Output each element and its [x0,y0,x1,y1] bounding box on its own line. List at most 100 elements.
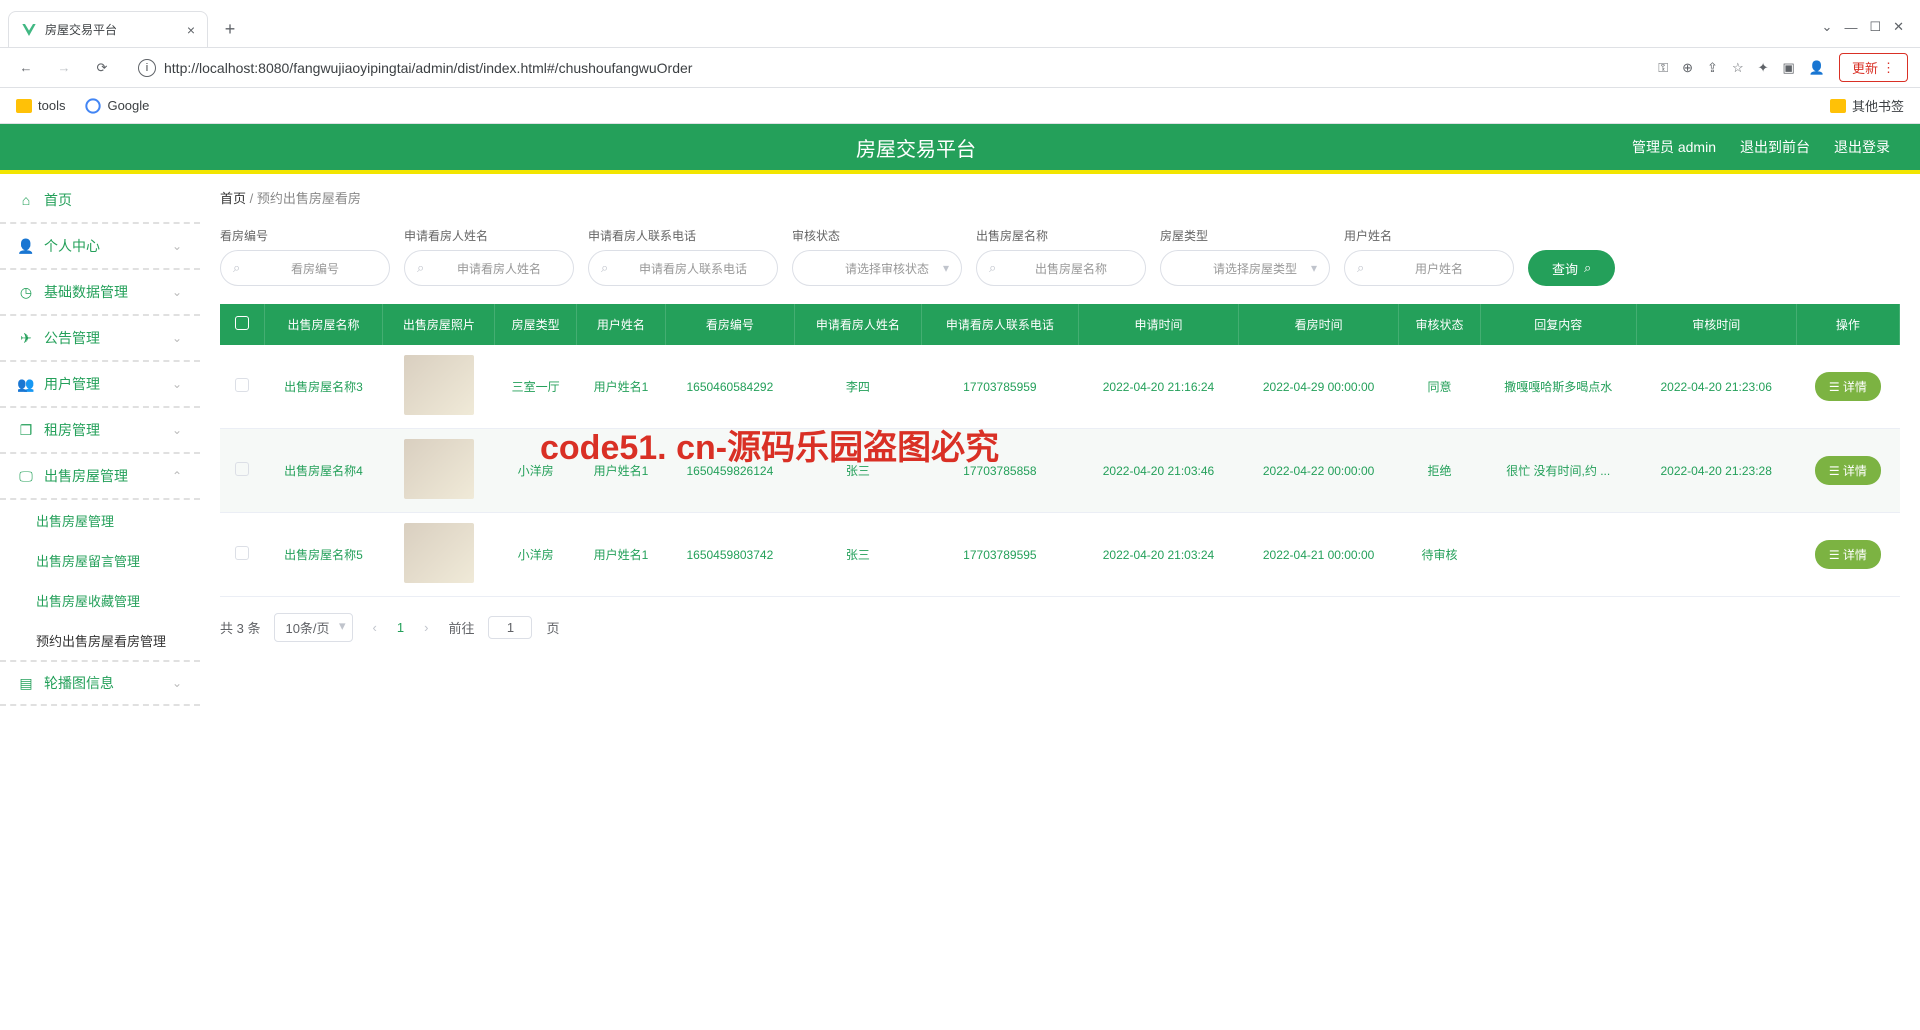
cell-code: 1650460584292 [665,345,794,429]
cell-apply-time: 2022-04-20 21:03:46 [1078,429,1238,513]
filter-label-name: 申请看房人姓名 [404,227,574,244]
filter-input-code[interactable]: ⌕看房编号 [220,250,390,286]
bookmark-tools[interactable]: tools [16,98,65,113]
goto-input[interactable]: 1 [488,616,532,639]
cell-user: 用户姓名1 [577,429,666,513]
chevron-down-icon: ⌄ [172,331,182,345]
back-button[interactable]: ← [12,54,40,82]
profile-icon[interactable]: 👤 [1809,60,1825,76]
window-minimize-icon[interactable]: — [1844,20,1857,35]
row-checkbox[interactable] [235,546,249,560]
next-page-button[interactable]: › [418,620,434,635]
header-user[interactable]: 管理员 admin [1632,137,1716,157]
filter-label-status: 审核状态 [792,227,962,244]
query-button[interactable]: 查询⌕ [1528,250,1615,286]
sidebar-sub-sale-collect[interactable]: 出售房屋收藏管理 [0,580,200,620]
sidebar-item-home[interactable]: ⌂首页 [0,178,200,224]
cell-applicant: 张三 [794,513,921,597]
filter-input-user[interactable]: ⌕用户姓名 [1344,250,1514,286]
detail-button[interactable]: ☰ 详情 [1815,540,1881,569]
browser-tab[interactable]: 房屋交易平台 × [8,11,208,47]
url-text: http://localhost:8080/fangwujiaoyipingta… [164,60,692,76]
chevron-down-icon: ⌄ [172,285,182,299]
data-table: 出售房屋名称出售房屋照片房屋类型用户姓名看房编号申请看房人姓名申请看房人联系电话… [220,304,1900,597]
cell-status: 拒绝 [1399,429,1481,513]
row-checkbox[interactable] [235,378,249,392]
prev-page-button[interactable]: ‹ [367,620,383,635]
image-icon: ▤ [18,675,34,691]
goto-prefix: 前往 [448,618,474,637]
filter-input-name[interactable]: ⌕申请看房人姓名 [404,250,574,286]
filter-input-house[interactable]: ⌕出售房屋名称 [976,250,1146,286]
page-number[interactable]: 1 [397,620,404,635]
window-maximize-icon[interactable]: ☐ [1869,19,1881,35]
sidebar-item-basic[interactable]: ◷基础数据管理⌄ [0,270,200,316]
reload-button[interactable]: ⟳ [88,54,116,82]
sidebar-sub-sale-order[interactable]: 预约出售房屋看房管理 [0,620,200,660]
page-size-select[interactable]: 10条/页 [274,613,352,642]
cell-view-time: 2022-04-21 00:00:00 [1239,513,1399,597]
sidebar-item-carousel[interactable]: ▤轮播图信息⌄ [0,660,200,706]
sidebar-item-rent[interactable]: ❐租房管理⌄ [0,408,200,454]
chevron-down-icon: ⌄ [172,676,182,690]
header-logout[interactable]: 退出登录 [1834,137,1890,157]
filter-input-phone[interactable]: ⌕申请看房人联系电话 [588,250,778,286]
table-row: 出售房屋名称3三室一厅用户姓名11650460584292李四177037859… [220,345,1900,429]
bookmark-google[interactable]: Google [85,98,149,114]
sidebar-sub-sale-list[interactable]: 出售房屋管理 [0,500,200,540]
extensions-icon[interactable]: ✦ [1758,60,1769,76]
row-checkbox[interactable] [235,462,249,476]
header-to-front[interactable]: 退出到前台 [1740,137,1810,157]
breadcrumb-home[interactable]: 首页 [220,191,246,206]
close-icon[interactable]: × [187,22,195,38]
pagination-total: 共 3 条 [220,618,260,637]
cell-review-time: 2022-04-20 21:23:06 [1636,345,1796,429]
cell-house: 出售房屋名称5 [264,513,383,597]
app-header: 房屋交易平台 管理员 admin 退出到前台 退出登录 [0,124,1920,174]
detail-button[interactable]: ☰ 详情 [1815,372,1881,401]
update-button[interactable]: 更新⋮ [1839,53,1908,82]
search-icon: ⌕ [601,260,608,276]
chevron-down-icon: ⌄ [172,377,182,391]
site-info-icon[interactable]: i [138,59,156,77]
zoom-icon[interactable]: ⊕ [1682,60,1693,76]
folder-icon [16,99,32,113]
sidebar-item-users[interactable]: 👥用户管理⌄ [0,362,200,408]
table-header: 回复内容 [1480,304,1636,345]
monitor-icon: 🖵 [18,468,34,484]
panel-icon[interactable]: ▣ [1783,60,1795,76]
cell-status: 同意 [1399,345,1481,429]
sidebar-item-personal[interactable]: 👤个人中心⌄ [0,224,200,270]
key-icon[interactable]: ⚿ [1658,60,1668,76]
detail-button[interactable]: ☰ 详情 [1815,456,1881,485]
filter-label-house: 出售房屋名称 [976,227,1146,244]
cell-phone: 17703785858 [921,429,1078,513]
sidebar-item-notice[interactable]: ✈公告管理⌄ [0,316,200,362]
goto-suffix: 页 [546,618,559,637]
cell-view-time: 2022-04-22 00:00:00 [1239,429,1399,513]
cell-applicant: 李四 [794,345,921,429]
search-icon: ⌕ [989,260,996,276]
house-thumbnail[interactable] [404,439,474,499]
table-header: 出售房屋名称 [264,304,383,345]
sidebar-sub-sale-message[interactable]: 出售房屋留言管理 [0,540,200,580]
select-all-checkbox[interactable] [235,316,249,330]
window-close-icon[interactable]: ✕ [1893,19,1904,35]
window-dropdown-icon[interactable]: ⌄ [1822,19,1833,35]
table-row: 出售房屋名称4小洋房用户姓名11650459826124张三1770378585… [220,429,1900,513]
tab-title: 房屋交易平台 [45,21,179,38]
share-icon[interactable]: ⇪ [1707,60,1718,76]
bookmark-icon[interactable]: ☆ [1732,60,1744,76]
breadcrumb-current: 预约出售房屋看房 [257,191,361,206]
house-thumbnail[interactable] [404,355,474,415]
forward-button[interactable]: → [50,54,78,82]
filter-select-type[interactable]: 请选择房屋类型 [1160,250,1330,286]
house-thumbnail[interactable] [404,523,474,583]
cell-type: 小洋房 [495,513,577,597]
address-bar[interactable]: i http://localhost:8080/fangwujiaoyiping… [126,53,1648,83]
cell-type: 小洋房 [495,429,577,513]
bookmark-other[interactable]: 其他书签 [1830,96,1904,115]
filter-select-status[interactable]: 请选择审核状态 [792,250,962,286]
sidebar-item-sale[interactable]: 🖵出售房屋管理⌃ [0,454,200,500]
new-tab-button[interactable]: + [216,15,244,43]
